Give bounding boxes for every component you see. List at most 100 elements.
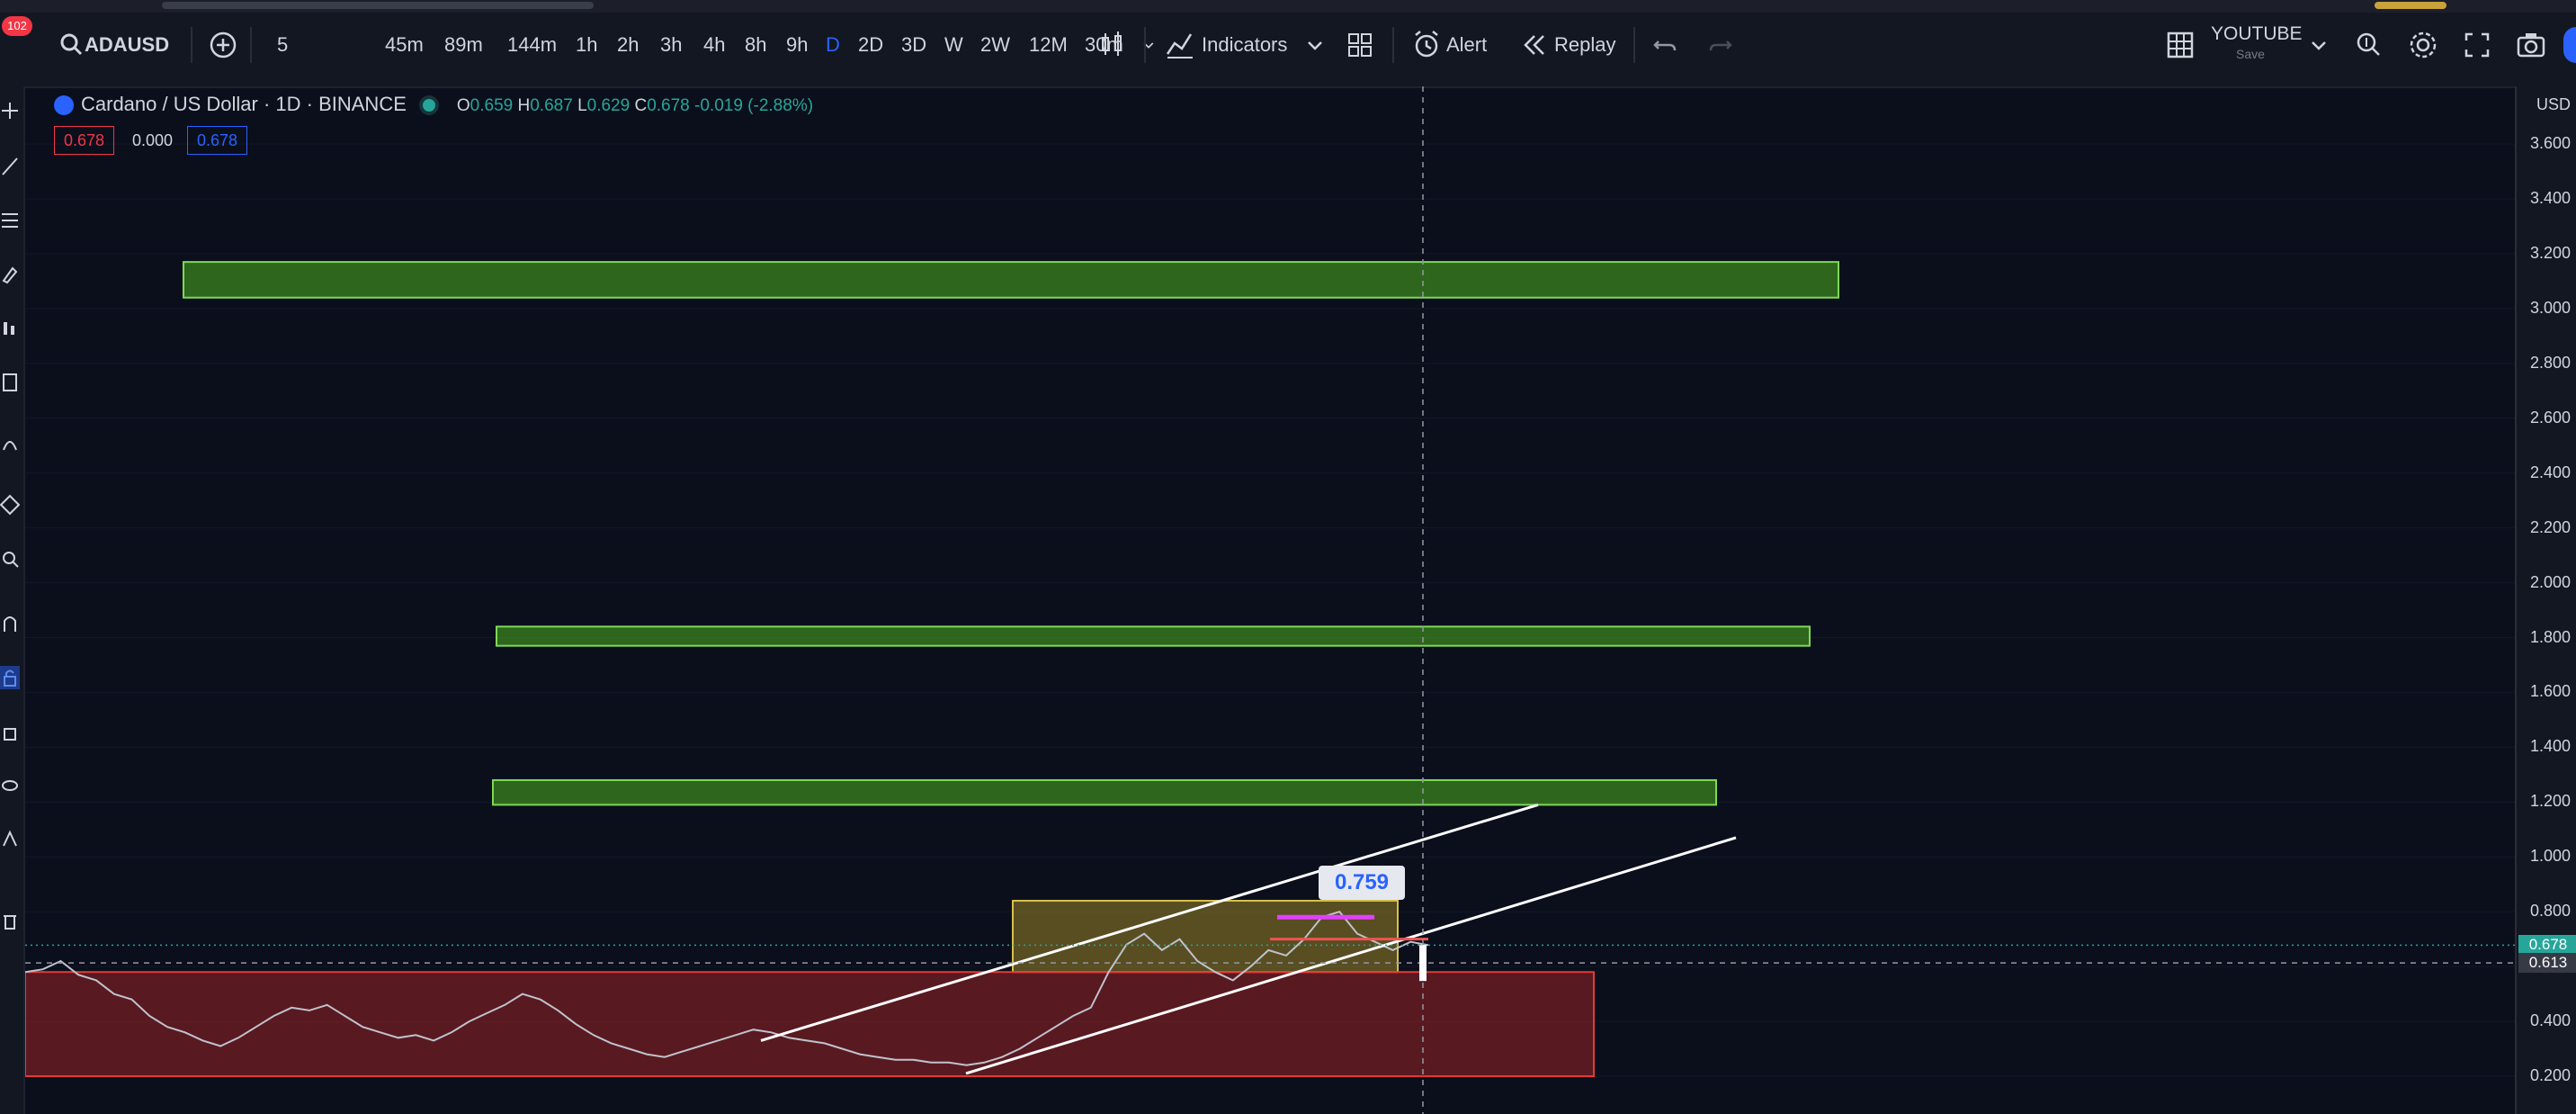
price-callout[interactable]: 0.759 <box>1319 866 1405 900</box>
alert-icon[interactable] <box>1407 25 1446 65</box>
price-tick: 1.800 <box>2529 627 2571 646</box>
chevron-down-icon[interactable] <box>2299 25 2339 65</box>
last-price-label: 0.678 <box>2518 935 2576 956</box>
price-tick: 2.000 <box>2529 572 2571 591</box>
toolbar-divider <box>250 27 252 63</box>
price-scale[interactable]: USD 0.2000.4000.6000.8001.0001.2001.4001… <box>2515 86 2576 1114</box>
undo-icon[interactable] <box>1646 25 1686 65</box>
fullscreen-icon[interactable] <box>2457 25 2497 65</box>
text-tool-icon[interactable] <box>0 371 20 394</box>
quick-search-icon[interactable] <box>2349 25 2389 65</box>
interval-5[interactable]: 5 <box>277 23 288 67</box>
drawing-toolbar <box>0 86 25 1114</box>
resistance-zone <box>183 261 1839 299</box>
price-tick: 1.400 <box>2529 737 2571 756</box>
fib-tool-icon[interactable] <box>0 209 20 232</box>
layout-save-label[interactable]: Save <box>2236 47 2265 61</box>
browser-strip <box>0 0 2576 13</box>
bid-box[interactable]: 0.678 <box>54 126 115 155</box>
settings-icon[interactable] <box>2403 25 2443 65</box>
cursor-icon <box>1419 945 1427 982</box>
toolbar-divider <box>1392 27 1394 63</box>
price-tick: 0.400 <box>2529 1011 2571 1030</box>
legend-ohlc: O0.659 H0.687 L0.629 C0.678 -0.019 (-2.8… <box>457 96 813 115</box>
interval-1h[interactable]: 1h <box>576 23 597 67</box>
spread-value: 0.000 <box>132 131 174 149</box>
price-tick: 1.000 <box>2529 847 2571 866</box>
crosshair-price-label: 0.613 <box>2518 953 2576 974</box>
magnet-tool-icon[interactable] <box>0 612 20 635</box>
chevron-down-icon[interactable] <box>1135 25 1162 65</box>
interval-2d[interactable]: 2D <box>858 23 883 67</box>
alert-button[interactable]: Alert <box>1446 23 1487 67</box>
trash-tool-icon[interactable] <box>0 909 20 932</box>
price-tick: 1.600 <box>2529 682 2571 701</box>
interval-2w[interactable]: 2W <box>980 23 1010 67</box>
interval-3d[interactable]: 3D <box>901 23 926 67</box>
shapes-tool-icon[interactable] <box>0 432 20 455</box>
close-value: 0.678 <box>647 96 690 115</box>
eye-tool-icon[interactable] <box>0 774 20 797</box>
templates-icon[interactable] <box>1340 25 1380 65</box>
open-value: 0.659 <box>470 96 514 115</box>
low-label: L <box>577 96 587 115</box>
interval-9h[interactable]: 9h <box>786 23 808 67</box>
interval-12m[interactable]: 12M <box>1029 23 1068 67</box>
indicators-button[interactable]: Indicators <box>1202 23 1287 67</box>
cardano-logo-icon <box>54 95 74 116</box>
change-value: -0.019 (-2.88%) <box>694 96 814 115</box>
symbol-search-button[interactable]: ADAUSD <box>85 23 169 67</box>
legend-title[interactable]: Cardano / US Dollar · 1D · BINANCE <box>81 93 407 115</box>
replay-button[interactable]: Replay <box>1554 23 1615 67</box>
price-tick: 0.200 <box>2529 1066 2571 1084</box>
close-label: C <box>634 96 648 115</box>
pattern-tool-icon[interactable] <box>0 317 20 340</box>
toolbar-divider <box>1144 27 1146 63</box>
toolbar-divider <box>1633 27 1635 63</box>
currency-label[interactable]: USD <box>2536 95 2571 114</box>
chevron-down-icon[interactable] <box>1295 25 1335 65</box>
ask-box[interactable]: 0.678 <box>187 126 248 155</box>
lock-tool-icon[interactable] <box>0 666 20 689</box>
camera-icon[interactable] <box>2511 25 2551 65</box>
layout-name[interactable]: YOUTUBE <box>2211 22 2303 47</box>
ruler-tool-icon[interactable] <box>0 493 20 517</box>
high-label: H <box>517 96 531 115</box>
price-tick: 2.800 <box>2529 353 2571 372</box>
price-tick: 2.200 <box>2529 517 2571 536</box>
price-tick: 3.600 <box>2529 134 2571 153</box>
redo-icon[interactable] <box>1700 25 1740 65</box>
favorites-tool-icon[interactable] <box>0 828 20 851</box>
zoom-tool-icon[interactable] <box>0 547 20 570</box>
interval-89m[interactable]: 89m <box>444 23 483 67</box>
market-status-icon <box>422 99 435 112</box>
replay-icon[interactable] <box>1515 25 1554 65</box>
interval-4h[interactable]: 4h <box>703 23 725 67</box>
price-chart[interactable] <box>25 86 2515 1114</box>
trendline-tool-icon[interactable] <box>0 155 20 178</box>
price-tick: 2.600 <box>2529 408 2571 427</box>
profile-avatar[interactable] <box>2563 27 2576 63</box>
hide-drawings-icon[interactable] <box>0 720 20 743</box>
blurred-tab <box>2375 2 2446 9</box>
crosshair-tool-icon[interactable] <box>0 99 20 122</box>
brush-tool-icon[interactable] <box>0 263 20 286</box>
notification-badge[interactable]: 102 <box>2 16 32 36</box>
layout-grid-icon[interactable] <box>2160 25 2200 65</box>
price-tick: 3.200 <box>2529 244 2571 262</box>
interval-45m[interactable]: 45m <box>385 23 424 67</box>
interval-3h[interactable]: 3h <box>660 23 682 67</box>
interval-d[interactable]: D <box>826 23 840 67</box>
indicators-icon[interactable] <box>1160 25 1200 65</box>
price-tick: 0.800 <box>2529 902 2571 921</box>
candles-icon[interactable] <box>1092 25 1131 65</box>
interval-144m[interactable]: 144m <box>507 23 557 67</box>
resistance-zone <box>496 625 1811 647</box>
interval-2h[interactable]: 2h <box>617 23 639 67</box>
open-label: O <box>456 96 470 115</box>
chart-pane[interactable] <box>25 86 2515 1114</box>
high-value: 0.687 <box>530 96 573 115</box>
interval-8h[interactable]: 8h <box>745 23 766 67</box>
add-symbol-icon[interactable] <box>203 25 243 65</box>
interval-w[interactable]: W <box>944 23 963 67</box>
